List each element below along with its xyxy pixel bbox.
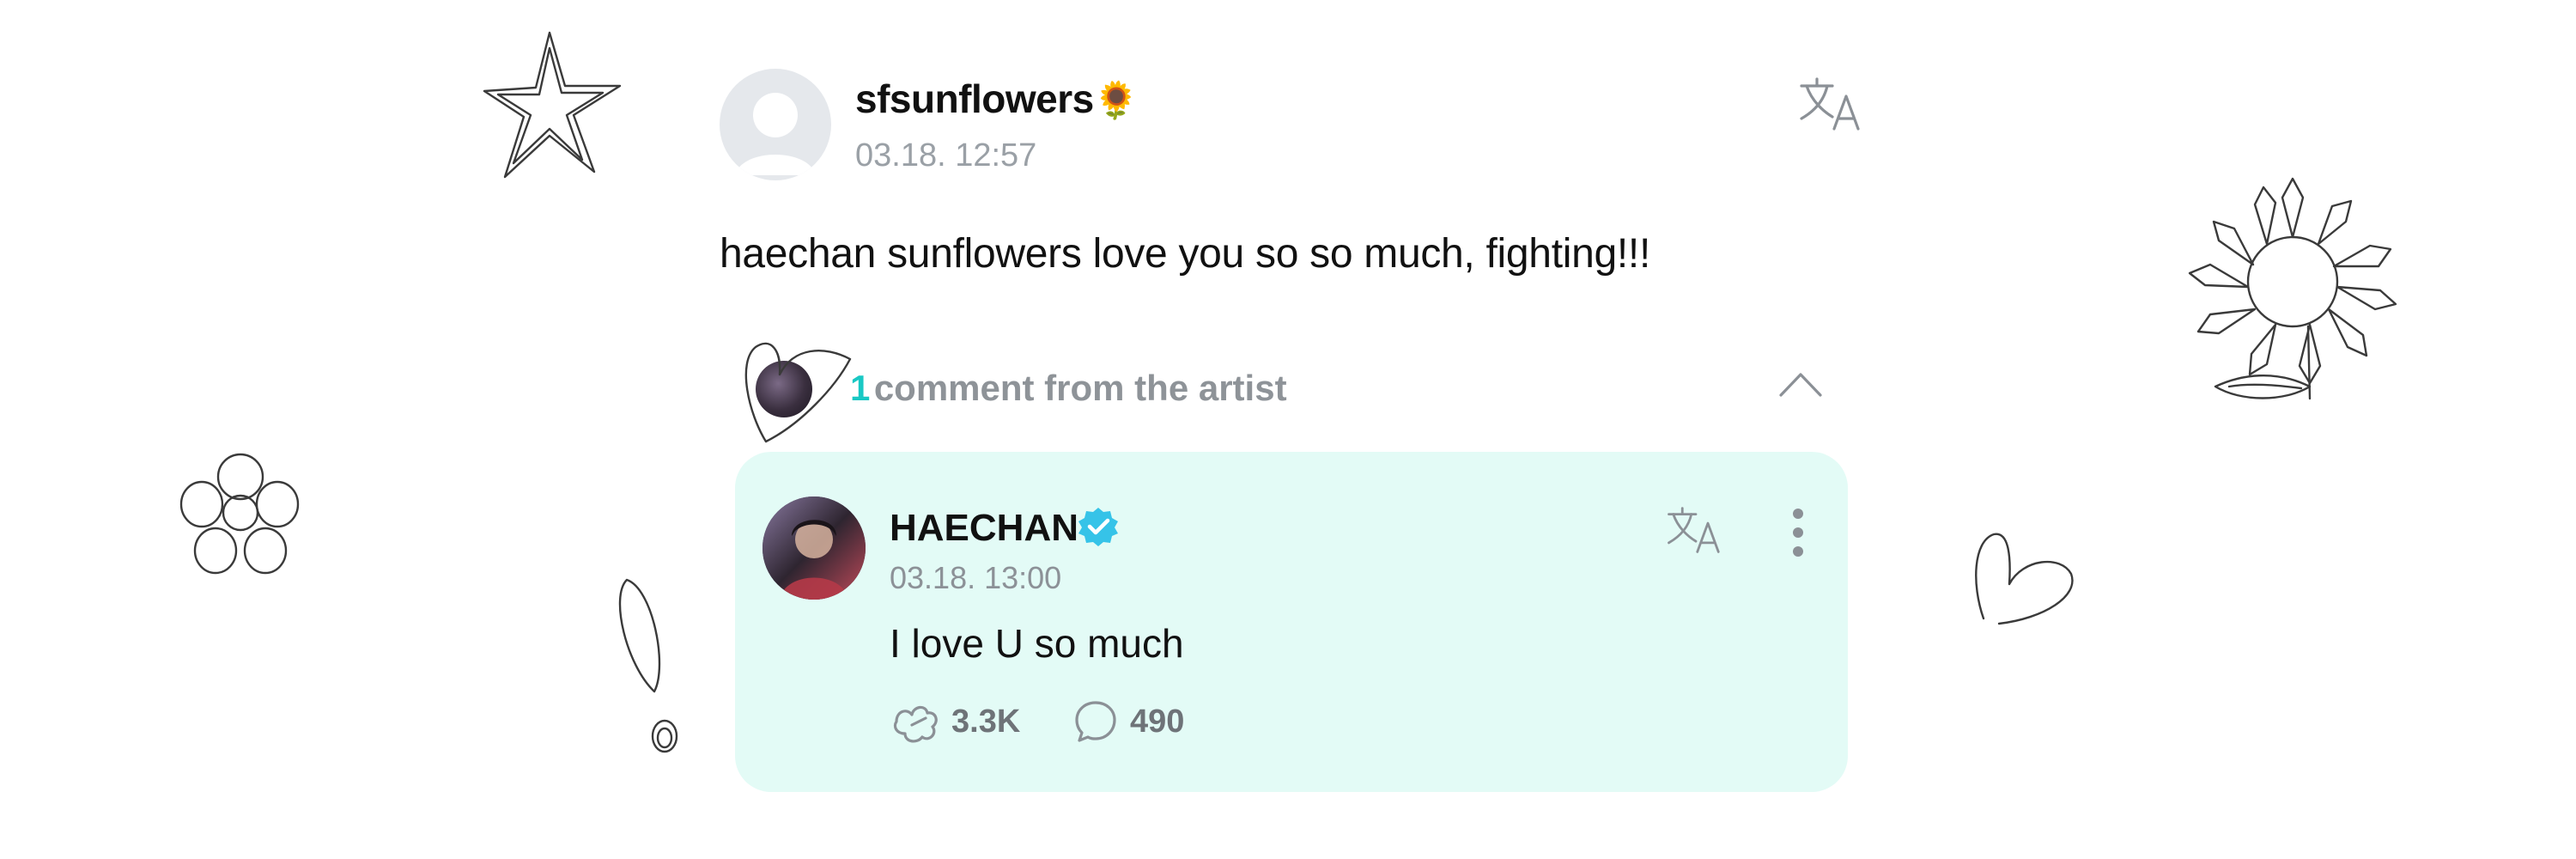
star-doodle [483, 31, 622, 179]
reply-button[interactable]: 490 [1073, 698, 1184, 746]
chevron-up-icon[interactable] [1777, 369, 1824, 399]
flower-doodle [179, 453, 300, 575]
reply-icon [1075, 701, 1116, 742]
translate-icon[interactable] [1666, 505, 1726, 555]
like-button[interactable]: 3.3K [891, 698, 1020, 746]
exclamation-doodle [618, 578, 678, 753]
sunflower-doodle [2188, 177, 2397, 400]
user-avatar[interactable] [720, 69, 831, 180]
username-text: sfsunflowers [855, 76, 1094, 121]
artist-comment-timestamp: 03.18. 13:00 [890, 560, 1062, 595]
heart-doodle [1975, 533, 2074, 625]
heart-outline-doodle [744, 342, 852, 443]
like-count: 3.3K [951, 703, 1021, 740]
post-timestamp: 03.18. 12:57 [855, 137, 1037, 174]
verified-badge-icon [1078, 508, 1118, 546]
post-username[interactable]: sfsunflowers🌻 [855, 76, 1139, 122]
translate-icon[interactable] [1798, 76, 1867, 132]
post-body: haechan sunflowers love you so so much, … [720, 231, 1650, 277]
artist-comments-toggle[interactable]: 1 comment from the artist [850, 368, 1287, 409]
like-icon [893, 705, 938, 743]
comment-count: 1 [850, 368, 871, 408]
more-vertical-icon[interactable] [1786, 507, 1810, 558]
artist-avatar[interactable] [762, 497, 866, 600]
comment-label: comment from the artist [873, 368, 1287, 408]
reply-count: 490 [1130, 703, 1185, 740]
artist-comment-text: I love U so much [890, 621, 1184, 666]
sunflower-emoji: 🌻 [1093, 79, 1139, 121]
artist-name[interactable]: HAECHAN [890, 507, 1078, 550]
